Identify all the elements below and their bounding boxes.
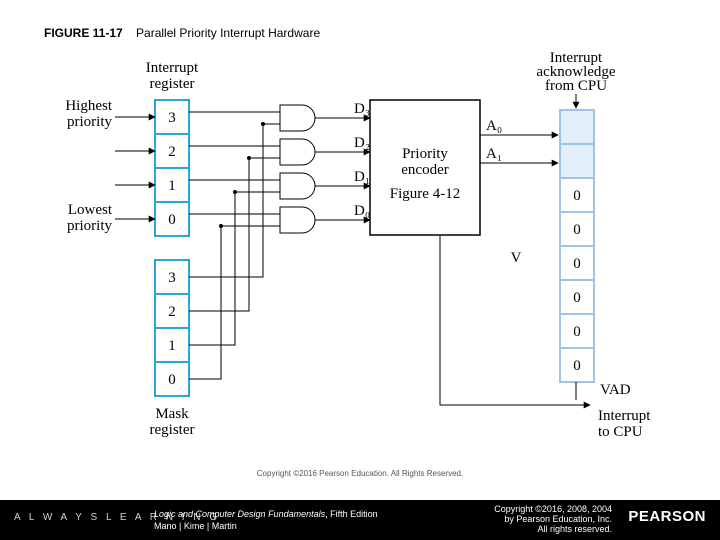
footer-copyright: Copyright ©2016, 2008, 2004 by Pearson E… (494, 504, 612, 534)
label-d3: D₃ (354, 101, 370, 117)
vad-cell-8: 0 (573, 358, 581, 374)
label-highest: Highestpriority (65, 98, 112, 130)
diagram: Interruptregister 3 2 1 0 Highestpriorit… (0, 50, 720, 480)
book-authors: Mano | Kime | Martin (154, 521, 237, 531)
vad-cell-4: 0 (573, 222, 581, 238)
interrupt-register: 3 2 1 0 (155, 100, 189, 236)
figure-number: FIGURE 11-17 (44, 26, 123, 40)
vad-cell-7: 0 (573, 324, 581, 340)
label-a0: A₀ (486, 118, 502, 134)
vad-cell-5: 0 (573, 256, 581, 272)
mr-cell-2: 2 (168, 304, 176, 320)
label-d1: D₁ (354, 169, 370, 185)
footer: A L W A Y S L E A R N I N G Logic and Co… (0, 500, 720, 540)
mask-register: 3 2 1 0 (155, 260, 189, 396)
and-gates (280, 105, 315, 233)
vad-cell-6: 0 (573, 290, 581, 306)
ir-cell-2: 2 (168, 144, 176, 160)
label-v: V (511, 250, 522, 266)
label-ack: Interruptacknowledgefrom CPU (536, 50, 615, 94)
book-edition: , Fifth Edition (325, 509, 378, 519)
vad-register: 0 0 0 0 0 0 (560, 110, 594, 382)
pearson-logo: PEARSON (628, 508, 706, 525)
ir-cell-0: 0 (168, 212, 176, 228)
label-a1: A₁ (486, 146, 502, 162)
label-vad: VAD (600, 382, 631, 398)
label-encoder: Priorityencoder (401, 146, 448, 178)
mr-cell-3: 3 (168, 270, 176, 286)
label-to-cpu: Interruptto CPU (598, 408, 651, 440)
label-lowest: Lowestpriority (67, 202, 113, 234)
figure-title: FIGURE 11-17 Parallel Priority Interrupt… (44, 26, 320, 40)
mr-cell-1: 1 (168, 338, 176, 354)
label-d2: D₂ (354, 135, 370, 151)
book-title: Logic and Computer Design Fundamentals (154, 509, 325, 519)
figure-caption: Parallel Priority Interrupt Hardware (136, 26, 320, 40)
diagram-svg: Interruptregister 3 2 1 0 Highestpriorit… (0, 50, 720, 480)
label-interrupt-register: Interruptregister (146, 60, 199, 92)
mr-cell-0: 0 (168, 372, 176, 388)
footer-book: Logic and Computer Design Fundamentals, … (154, 508, 378, 532)
ir-cell-3: 3 (168, 110, 176, 126)
label-d0: D₀ (354, 203, 370, 219)
label-mask-register: Maskregister (150, 406, 195, 438)
page: FIGURE 11-17 Parallel Priority Interrupt… (0, 0, 720, 540)
ir-cell-1: 1 (168, 178, 176, 194)
vad-cell-3: 0 (573, 188, 581, 204)
micro-copyright: Copyright ©2016 Pearson Education. All R… (0, 469, 720, 478)
label-encoder-ref: Figure 4-12 (390, 186, 460, 202)
